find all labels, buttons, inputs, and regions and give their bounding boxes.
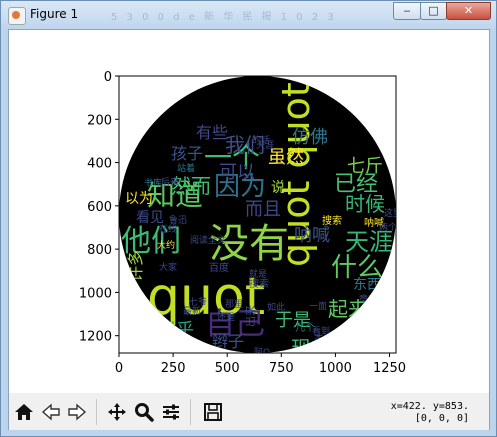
magnifier-icon bbox=[135, 403, 154, 422]
wordcloud-word: 大约 bbox=[157, 239, 175, 251]
wordcloud-word: 可以 bbox=[219, 162, 255, 183]
save-button[interactable] bbox=[202, 401, 224, 423]
x-tick-label: 1000 bbox=[319, 361, 352, 376]
navigation-toolbar: x=422. y=853. [0, 0, 0] bbox=[9, 393, 489, 430]
matplotlib-app-icon[interactable] bbox=[8, 7, 26, 25]
x-tick-label: 250 bbox=[161, 361, 186, 376]
close-button[interactable]: ✕ bbox=[446, 2, 491, 20]
configure-subplots-button[interactable] bbox=[160, 401, 182, 423]
figure-window: Figure 1 5 3 0 0 d e 新 华 民 报 1 0 2 3 ‒ □… bbox=[0, 0, 497, 437]
wordcloud-word: 几个 bbox=[295, 322, 315, 334]
wordcloud-word: 搜索 bbox=[322, 214, 342, 227]
title-bar[interactable]: Figure 1 5 3 0 0 d e 新 华 民 报 1 0 2 3 ‒ □… bbox=[1, 1, 496, 29]
toolbar-separator bbox=[96, 399, 97, 425]
x-tick-label: 0 bbox=[115, 361, 123, 376]
wordcloud-word: 一面 bbox=[309, 301, 327, 312]
forward-arrow-icon bbox=[68, 403, 87, 421]
wordcloud-word: 七爷 bbox=[189, 296, 207, 308]
wordcloud-word: 阿Q bbox=[254, 347, 270, 358]
wordcloud-word: 那里 bbox=[225, 299, 243, 310]
forward-button[interactable] bbox=[66, 401, 88, 423]
wordcloud-word: 就是 bbox=[249, 268, 267, 280]
pan-button[interactable] bbox=[106, 401, 128, 423]
wordcloud-word: 两个 bbox=[379, 222, 397, 233]
y-tick-label: 200 bbox=[87, 113, 112, 128]
toolbar-separator bbox=[190, 399, 191, 425]
close-icon: ✕ bbox=[463, 4, 474, 17]
window-title: Figure 1 bbox=[30, 7, 79, 21]
wordcloud-word: 书库 bbox=[144, 177, 162, 189]
wordcloud-word: 全文 bbox=[208, 234, 226, 246]
back-button[interactable] bbox=[40, 401, 62, 423]
title-bar-background-text: 5 3 0 0 d e 新 华 民 报 1 0 2 3 bbox=[111, 12, 337, 20]
wordcloud-word: 鲁迅 bbox=[169, 214, 187, 226]
wordcloud-word: 百度 bbox=[209, 261, 229, 274]
y-tick-label: 800 bbox=[87, 243, 112, 258]
sliders-icon bbox=[163, 404, 179, 420]
floppy-disk-icon bbox=[204, 403, 222, 421]
wordcloud-word: 出来 bbox=[243, 305, 257, 327]
wordcloud-word: 如此 bbox=[267, 301, 285, 313]
maximize-icon: □ bbox=[428, 4, 439, 17]
wordcloud-word: 孩子 bbox=[171, 144, 203, 163]
x-tick-label: 500 bbox=[215, 361, 240, 376]
home-button[interactable] bbox=[13, 401, 35, 423]
home-icon bbox=[15, 404, 33, 420]
y-tick-label: 1000 bbox=[79, 286, 112, 301]
wordcloud-word: 站着 bbox=[177, 162, 195, 174]
y-axis-ticks: 0 200 400 600 800 1000 1200 bbox=[79, 70, 119, 345]
y-tick-label: 0 bbox=[104, 70, 112, 85]
wordcloud-word: 后来 bbox=[161, 177, 179, 188]
wordcloud-word: 仿佛 bbox=[292, 127, 328, 148]
wordcloud-word: 阅读 bbox=[190, 234, 208, 246]
wordcloud-word: 大家 bbox=[159, 261, 177, 273]
zoom-button[interactable] bbox=[133, 401, 155, 423]
y-tick-label: 600 bbox=[87, 200, 112, 215]
x-tick-label: 1250 bbox=[373, 361, 406, 376]
wordcloud-word: 时候 bbox=[345, 192, 385, 216]
plot-area[interactable]: quot没有quot quot他们知道一个因为自己什么已经天涯时候我们然而可以虽… bbox=[9, 30, 489, 392]
figure-canvas[interactable]: quot 没有 quot quot 他们 知道 一个 因为 自己 什么 已经 天涯 时候 我们 然而 可以虽… bbox=[8, 29, 490, 430]
wordcloud-word: 还是 bbox=[217, 311, 235, 323]
maximize-button[interactable]: □ bbox=[420, 2, 447, 20]
wordcloud-word: 看见 bbox=[136, 210, 164, 226]
wordcloud-word: 的话 bbox=[252, 134, 270, 146]
x-axis-ticks: 0 250 500 750 1000 1250 bbox=[115, 353, 406, 376]
wordcloud-word: 说 bbox=[271, 180, 285, 196]
y-tick-label: 1200 bbox=[79, 330, 112, 345]
y-tick-label: 400 bbox=[87, 157, 112, 172]
wordcloud-word: 呐喊 bbox=[294, 225, 330, 246]
wordcloud-word: 有些 bbox=[196, 123, 228, 142]
minimize-button[interactable]: ‒ bbox=[393, 2, 421, 20]
back-arrow-icon bbox=[41, 403, 60, 421]
wordcloud-word: 似的 bbox=[297, 353, 315, 365]
minimize-icon: ‒ bbox=[403, 4, 411, 17]
pan-arrows-icon bbox=[108, 403, 126, 421]
wordcloud-word: 而且 bbox=[245, 199, 281, 220]
wordcloud-word: 以为 bbox=[125, 191, 153, 207]
wordcloud-word: 七斤 bbox=[347, 156, 383, 177]
wordcloud-word: 这里 bbox=[384, 207, 402, 219]
cursor-coordinates-readout: x=422. y=853. [0, 0, 0] bbox=[390, 401, 469, 424]
x-tick-label: 750 bbox=[269, 361, 294, 376]
